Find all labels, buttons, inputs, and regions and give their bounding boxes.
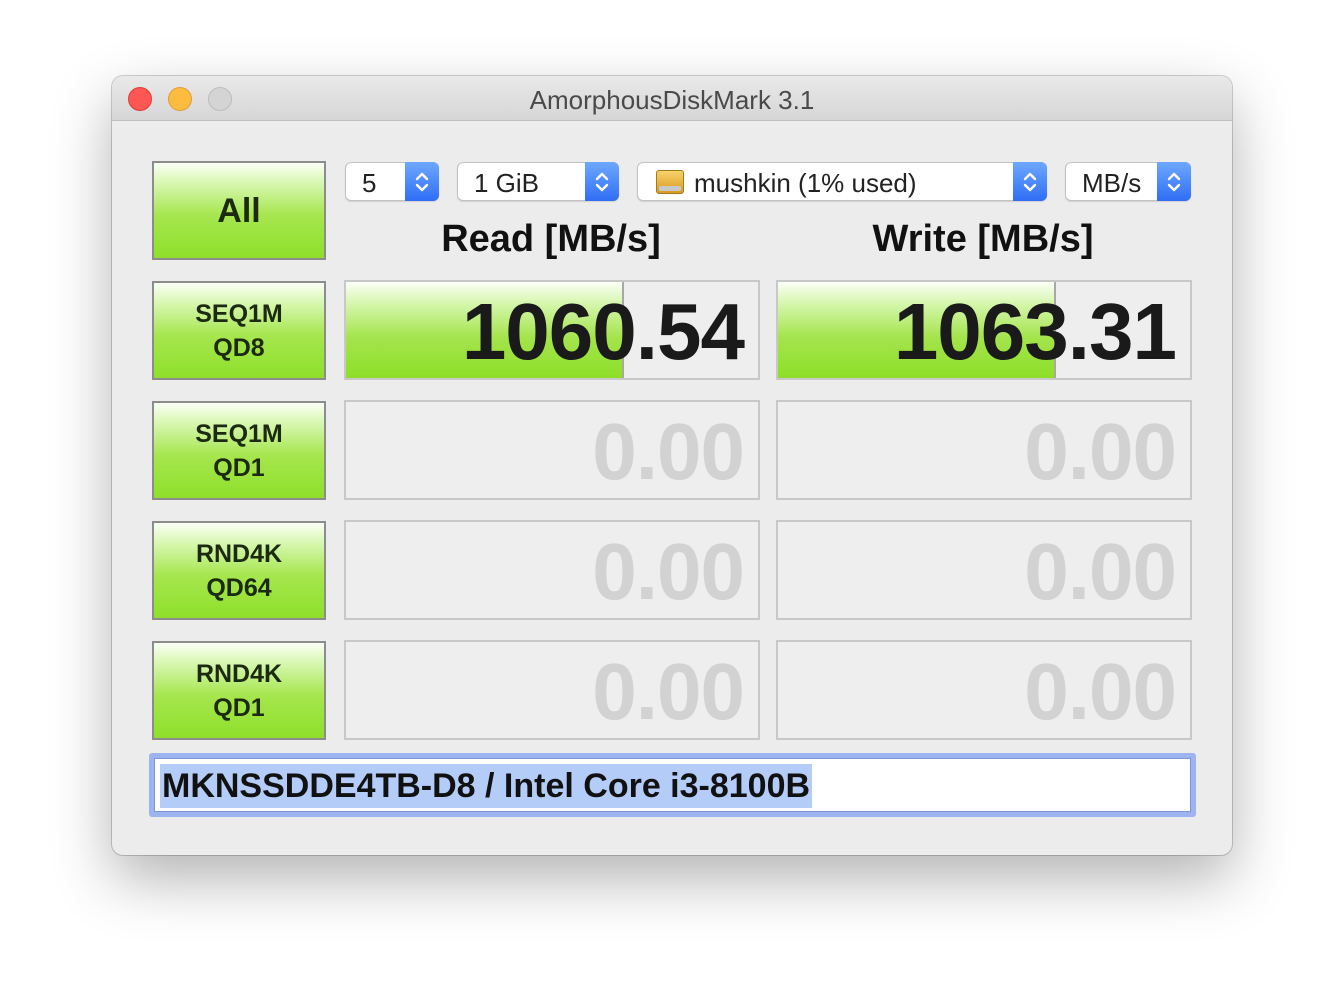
read-result-seq1m-qd1: 0.00 <box>344 400 760 500</box>
test-size-select[interactable]: 1 GiB <box>457 162 619 201</box>
read-column-header: Read [MB/s] <box>441 218 661 260</box>
test-button-seq1m-qd8[interactable]: SEQ1M QD8 <box>152 281 326 380</box>
test-size-value: 1 GiB <box>474 168 540 198</box>
write-value: 0.00 <box>1024 647 1177 736</box>
comment-field[interactable]: MKNSSDDE4TB-D8 / Intel Core i3-8100B <box>149 753 1196 817</box>
test-button-line1: RND4K <box>195 659 283 688</box>
read-result-seq1m-qd8: 1060.54 <box>344 280 760 380</box>
read-result-rnd4k-qd1: 0.00 <box>344 640 760 740</box>
test-button-rnd4k-qd64[interactable]: RND4K QD64 <box>152 521 326 620</box>
read-result-rnd4k-qd64: 0.00 <box>344 520 760 620</box>
test-button-line2: QD1 <box>213 453 265 482</box>
test-button-line2: QD1 <box>213 693 265 722</box>
read-value: 1060.54 <box>461 287 745 376</box>
write-result-seq1m-qd8: 1063.31 <box>776 280 1192 380</box>
app-window: AmorphousDiskMark 3.1 All 5 1 GiB mushki… <box>112 76 1232 855</box>
test-button-line2: QD64 <box>206 573 272 602</box>
read-value: 0.00 <box>592 527 745 616</box>
up-down-chevron-icon <box>405 162 439 201</box>
up-down-chevron-icon <box>1157 162 1191 201</box>
drive-select[interactable]: mushkin (1% used) <box>637 162 1047 201</box>
test-count-select[interactable]: 5 <box>345 162 439 201</box>
write-column-header: Write [MB/s] <box>872 218 1094 260</box>
test-button-line1: RND4K <box>195 539 283 568</box>
drive-value: mushkin (1% used) <box>694 168 917 198</box>
unit-value: MB/s <box>1082 168 1142 198</box>
title-bar[interactable]: AmorphousDiskMark 3.1 <box>112 76 1232 121</box>
external-drive-icon <box>656 170 684 194</box>
read-value: 0.00 <box>592 647 745 736</box>
test-button-rnd4k-qd1[interactable]: RND4K QD1 <box>152 641 326 740</box>
up-down-chevron-icon <box>585 162 619 201</box>
write-result-seq1m-qd1: 0.00 <box>776 400 1192 500</box>
write-result-rnd4k-qd64: 0.00 <box>776 520 1192 620</box>
write-value: 0.00 <box>1024 527 1177 616</box>
up-down-chevron-icon <box>1013 162 1047 201</box>
test-button-line2: QD8 <box>213 333 265 362</box>
run-all-button[interactable]: All <box>152 161 326 260</box>
run-all-label: All <box>217 191 261 230</box>
unit-select[interactable]: MB/s <box>1065 162 1191 201</box>
test-count-value: 5 <box>362 168 377 198</box>
test-button-line1: SEQ1M <box>195 299 283 328</box>
write-result-rnd4k-qd1: 0.00 <box>776 640 1192 740</box>
test-button-seq1m-qd1[interactable]: SEQ1M QD1 <box>152 401 326 500</box>
read-value: 0.00 <box>592 407 745 496</box>
window-title: AmorphousDiskMark 3.1 <box>529 85 815 115</box>
write-value: 0.00 <box>1024 407 1177 496</box>
write-value: 1063.31 <box>893 287 1177 376</box>
comment-text-selected: MKNSSDDE4TB-D8 / Intel Core i3-8100B <box>160 764 813 808</box>
test-button-line1: SEQ1M <box>195 419 283 448</box>
